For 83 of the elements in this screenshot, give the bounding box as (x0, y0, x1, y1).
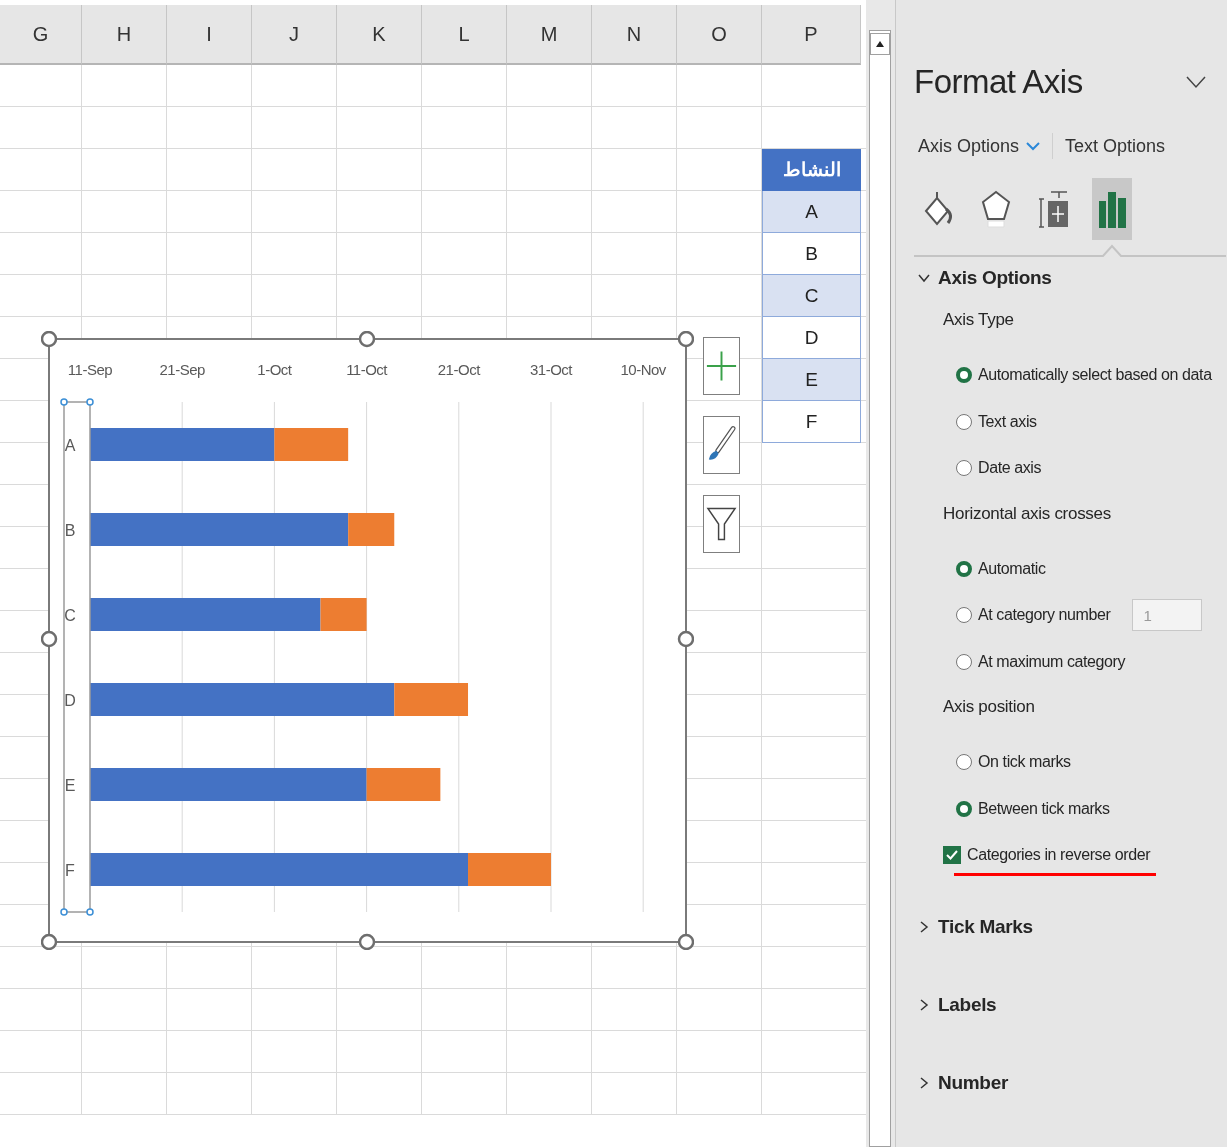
checkbox-label[interactable]: Categories in reverse order (967, 844, 1151, 866)
radio-label[interactable]: Automatic (978, 557, 1046, 580)
axis-tick-label: 10-Nov (620, 361, 666, 378)
chevron-down-icon (1026, 141, 1041, 151)
section-header[interactable]: Axis Options (914, 258, 1058, 298)
resize-handle[interactable] (41, 630, 58, 648)
resize-handle[interactable] (358, 331, 376, 348)
scroll-up-button[interactable] (870, 33, 890, 55)
radio-label[interactable]: At maximum category (978, 650, 1126, 673)
pane-tab[interactable]: Text Options (1061, 131, 1176, 161)
axis-category-label: E (64, 776, 76, 794)
chevron-right-icon (918, 921, 930, 933)
chevron-right-icon (918, 999, 930, 1011)
table-cell: A (762, 191, 861, 233)
table-cell: C (762, 275, 861, 317)
chart-styles-button[interactable] (703, 416, 740, 474)
table-cell: B (762, 233, 861, 275)
chart-elements-button[interactable] (703, 337, 740, 395)
chart-filters-button[interactable] (703, 495, 740, 553)
axis-tick-label: 11-Sep (67, 361, 113, 378)
axis-tick-label: 21-Sep (159, 361, 205, 378)
column-header[interactable]: O (677, 5, 762, 65)
radio-label[interactable]: Between tick marks (978, 797, 1110, 820)
resize-handle[interactable] (358, 933, 376, 950)
section-header[interactable]: Labels (914, 976, 1003, 1034)
radio-label[interactable]: Date axis (978, 457, 1042, 480)
radio-label[interactable]: At category number (978, 604, 1111, 627)
axis-tick-label: 11-Oct (346, 361, 388, 378)
resize-handle[interactable] (41, 933, 58, 950)
axis-category-label: A (64, 436, 76, 454)
resize-handle[interactable] (677, 331, 694, 348)
axis-category-label: C (64, 606, 76, 624)
triangle-up-icon (875, 40, 885, 48)
axis-category-label: B (64, 521, 76, 539)
radio-label[interactable]: On tick marks (978, 751, 1071, 774)
section-header[interactable]: Number (914, 1054, 1014, 1112)
radio-button[interactable] (956, 560, 972, 577)
radio-button[interactable] (956, 653, 972, 670)
resize-handle[interactable] (677, 630, 694, 648)
checkmark-icon (946, 850, 958, 860)
table-cell: E (762, 359, 861, 401)
column-header[interactable]: M (507, 5, 592, 65)
resize-handle[interactable] (41, 331, 58, 348)
column-header[interactable]: I (167, 5, 252, 65)
radio-button[interactable] (956, 754, 972, 771)
table-header-cell: النشاط (762, 149, 861, 191)
axis-tick-label: 1-Oct (257, 361, 292, 378)
chevron-down-icon (918, 272, 930, 284)
axis-selection-box[interactable] (60, 398, 94, 916)
checkbox[interactable] (943, 846, 961, 864)
group-heading: Axis position (942, 696, 1036, 718)
chevron-right-icon (918, 1077, 930, 1089)
column-header[interactable]: G (0, 5, 82, 65)
radio-button[interactable] (956, 460, 972, 477)
axis-category-label: F (65, 861, 75, 879)
column-header[interactable]: L (422, 5, 507, 65)
axis-tick-label: 31-Oct (530, 361, 572, 378)
table-cell: F (762, 401, 861, 443)
radio-button[interactable] (956, 413, 972, 430)
column-header[interactable]: J (252, 5, 337, 65)
radio-label[interactable]: Automatically select based on data (978, 364, 1212, 387)
size-properties-icon (1039, 189, 1069, 229)
pentagon-icon (980, 189, 1012, 229)
group-heading: Axis Type (942, 309, 1015, 331)
column-header[interactable]: H (82, 5, 167, 65)
radio-label[interactable]: Text axis (978, 410, 1037, 433)
axis-tick-label: 21-Oct (437, 361, 480, 378)
scrollbar-track[interactable] (869, 30, 891, 1147)
pane-title: Format Axis (914, 63, 1083, 101)
column-header[interactable]: K (337, 5, 422, 65)
table-cell: D (762, 317, 861, 359)
section-header[interactable]: Tick Marks (914, 898, 1039, 956)
resize-handle[interactable] (677, 933, 694, 950)
radio-button[interactable] (956, 800, 972, 817)
chevron-down-icon[interactable] (1185, 75, 1207, 89)
pane-tab[interactable]: Axis Options (914, 131, 1051, 161)
radio-button[interactable] (956, 367, 972, 384)
pane-icon-tab[interactable] (1092, 178, 1132, 240)
radio-button[interactable] (956, 607, 972, 624)
axis-category-label: D (64, 691, 76, 709)
group-heading: Horizontal axis crosses (942, 502, 1112, 525)
column-header[interactable]: P (762, 5, 861, 65)
column-header[interactable]: N (592, 5, 677, 65)
